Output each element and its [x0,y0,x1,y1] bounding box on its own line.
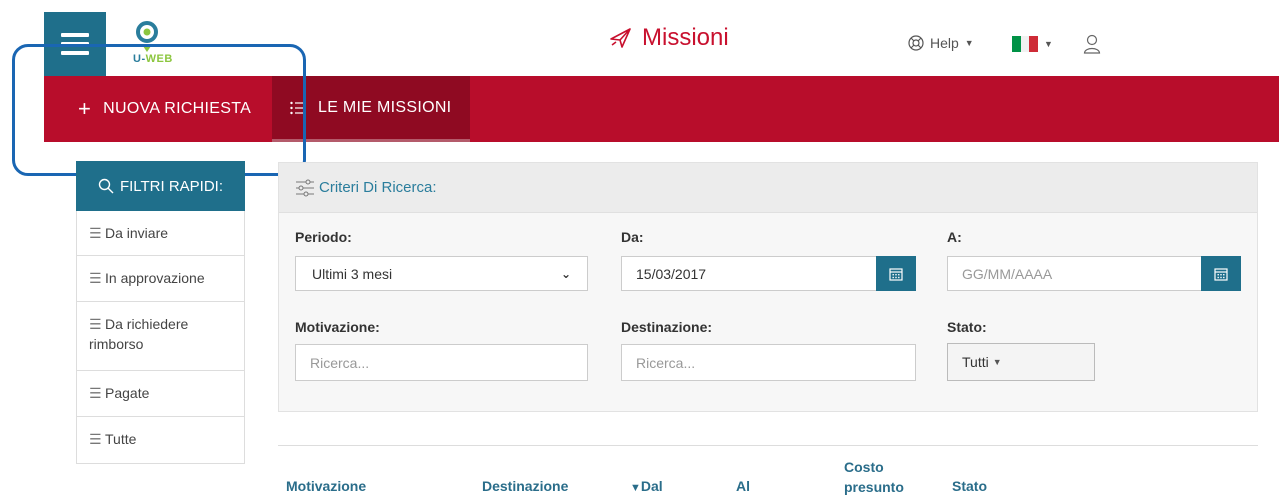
quick-filters-sidebar: FILTRI RAPIDI: ☰ Da inviare ☰ In approvazi… [76,161,245,464]
search-criteria-panel: Criteri Di Ricerca: Periodo: Ultimi 3 me… [278,162,1258,412]
periodo-value: Ultimi 3 mesi [312,265,393,282]
caret-down-icon: ▼ [1044,39,1053,49]
column-dal-label: Dal [640,478,663,494]
list-icon: ☰ [89,270,102,286]
menu-button[interactable] [44,12,106,76]
title-text: Missioni [642,24,729,51]
search-criteria-title: Criteri Di Ricerca: [319,179,437,196]
search-criteria-header: Criteri Di Ricerca: [279,163,1257,213]
my-missions-label: LE MIE MISSIONI [318,98,452,116]
search-icon [98,178,114,194]
airplane-icon [610,28,631,48]
plus-icon: + [78,96,92,121]
list-icon: ☰ [89,385,102,401]
filter-label: Tutte [105,431,137,447]
filter-tutte[interactable]: ☰ Tutte [76,417,245,464]
help-menu[interactable]: Help ▼ [908,35,974,51]
quick-filters-title: FILTRI RAPIDI: [119,177,224,195]
a-date-input[interactable]: GG/MM/AAAA [947,256,1203,291]
filter-in-approvazione[interactable]: ☰ In approvazione [76,256,245,302]
column-destinazione[interactable]: Destinazione [482,478,568,494]
column-al[interactable]: Al [736,478,750,494]
missions-table-header: Motivazione Destinazione ▼Dal Al Costo p… [278,445,1258,499]
filter-label: Da inviare [105,225,169,241]
filter-label: In approvazione [105,270,205,286]
stato-label: Stato: [947,319,987,335]
new-request-tab[interactable]: + NUOVA RICHIESTA [78,76,251,142]
top-header: U-WEB Missioni Help ▼ ▼ [0,0,1279,76]
periodo-select[interactable]: Ultimi 3 mesi ⌄ [295,256,588,291]
destinazione-input[interactable]: Ricerca... [621,344,916,381]
calendar-icon [889,267,903,281]
quick-filters-header: FILTRI RAPIDI: [76,161,245,211]
a-label: A: [947,229,962,245]
stato-value: Tutti [962,354,989,370]
list-icon: ☰ [89,431,102,447]
calendar-icon [1214,267,1228,281]
logo-text: U-WEB [133,53,173,65]
column-costo-presunto[interactable]: Costo presunto [844,457,914,497]
list-icon: ☰ [89,316,102,332]
da-calendar-button[interactable] [876,256,916,291]
a-calendar-button[interactable] [1201,256,1241,291]
new-request-label: NUOVA RICHIESTA [103,100,252,117]
column-dal[interactable]: ▼Dal [630,478,663,494]
caret-down-icon: ▼ [992,357,1002,367]
page-title: Missioni [608,24,729,52]
column-motivazione[interactable]: Motivazione [286,478,366,494]
caret-down-icon: ▼ [964,38,974,48]
filter-label: Pagate [105,385,150,401]
destinazione-label: Destinazione: [621,319,713,335]
language-selector[interactable]: ▼ [1012,36,1053,52]
filter-da-inviare[interactable]: ☰ Da inviare [76,211,245,256]
italy-flag-icon [1012,36,1039,52]
stato-dropdown[interactable]: Tutti ▼ [947,343,1095,381]
motivazione-input[interactable]: Ricerca... [295,344,588,381]
da-label: Da: [621,229,644,245]
column-stato[interactable]: Stato [952,478,987,494]
lifebuoy-icon [908,35,924,51]
sliders-icon [296,179,314,196]
main-nav: + NUOVA RICHIESTA LE MIE MISSIONI [44,76,1279,142]
list-icon [290,101,306,114]
chevron-down-icon: ⌄ [560,266,571,281]
da-date-input[interactable]: 15/03/2017 [621,256,877,291]
help-label: Help [930,35,959,51]
sort-desc-icon: ▼ [630,482,641,494]
periodo-label: Periodo: [295,229,352,245]
motivazione-label: Motivazione: [295,319,380,335]
filter-da-richiedere-rimborso[interactable]: ☰ Da richiedere rimborso [76,302,245,371]
list-icon: ☰ [89,225,102,241]
filter-pagate[interactable]: ☰ Pagate [76,371,245,417]
my-missions-tab[interactable]: LE MIE MISSIONI [272,76,470,142]
hamburger-icon [61,33,89,55]
user-icon[interactable] [1083,34,1101,54]
